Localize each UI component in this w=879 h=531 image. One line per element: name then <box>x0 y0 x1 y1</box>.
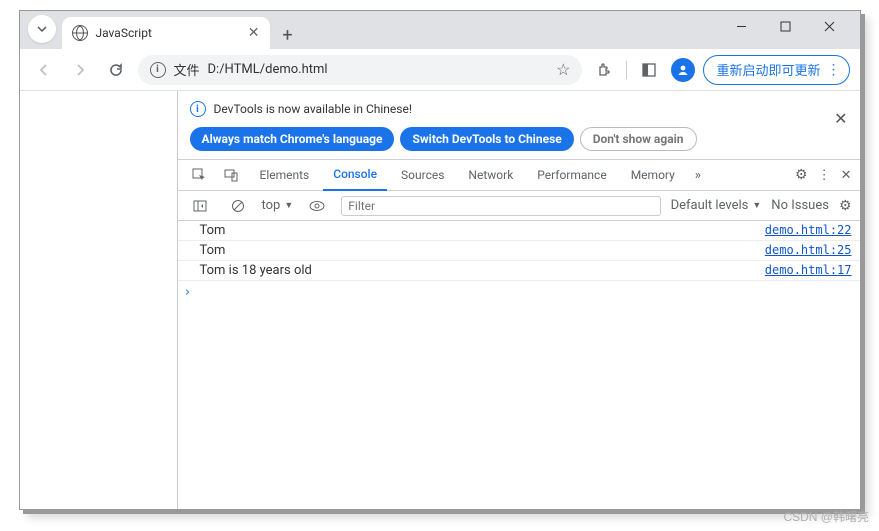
window-controls <box>720 11 852 41</box>
tab-search-button[interactable] <box>28 15 56 43</box>
log-text: Tom <box>200 243 765 258</box>
reload-button[interactable] <box>102 56 130 84</box>
log-source-link[interactable]: demo.html:17 <box>765 263 852 277</box>
filter-input[interactable] <box>341 196 660 216</box>
info-icon: i <box>190 101 206 117</box>
watermark: CSDN @韩曙亮 <box>783 508 869 525</box>
tab-performance[interactable]: Performance <box>527 159 616 191</box>
pill-always-match[interactable]: Always match Chrome's language <box>190 127 395 151</box>
tab-network[interactable]: Network <box>458 159 523 191</box>
log-source-link[interactable]: demo.html:25 <box>765 243 852 257</box>
file-label: 文件 <box>174 60 200 79</box>
content-area: i DevTools is now available in Chinese! … <box>20 91 860 509</box>
info-icon[interactable]: i <box>150 62 166 78</box>
url-text: D:/HTML/demo.html <box>208 62 549 77</box>
infobar-text: DevTools is now available in Chinese! <box>214 102 412 116</box>
tab-bar: JavaScript ✕ + <box>20 11 860 49</box>
minimize-button[interactable] <box>720 11 764 41</box>
log-source-link[interactable]: demo.html:22 <box>765 223 852 237</box>
log-text: Tom <box>200 223 765 238</box>
console-prompt[interactable]: › <box>178 281 860 304</box>
extensions-button[interactable] <box>590 56 618 84</box>
log-row: Tom demo.html:25 <box>178 241 860 261</box>
tab-memory[interactable]: Memory <box>621 159 685 191</box>
globe-icon <box>72 25 88 41</box>
caret-down-icon: ▼ <box>284 200 293 211</box>
log-row: Tom demo.html:22 <box>178 221 860 241</box>
back-button[interactable] <box>30 56 58 84</box>
tab-console[interactable]: Console <box>323 159 387 191</box>
devtools-panel: i DevTools is now available in Chinese! … <box>178 91 860 509</box>
close-devtools-icon[interactable]: ✕ <box>841 168 852 183</box>
gear-icon[interactable]: ⚙ <box>839 198 852 214</box>
omnibox[interactable]: i 文件 D:/HTML/demo.html ☆ <box>138 55 583 85</box>
kebab-icon[interactable]: ⋮ <box>818 168 831 183</box>
close-icon[interactable]: ✕ <box>834 109 847 128</box>
console-toolbar: top ▼ Default levels ▼ No Issues ⚙ <box>178 191 860 221</box>
devtools-infobar: i DevTools is now available in Chinese! … <box>178 91 860 159</box>
page-viewport <box>20 91 178 509</box>
devtools-tabs: Elements Console Sources Network Perform… <box>178 159 860 191</box>
levels-selector[interactable]: Default levels ▼ <box>671 198 762 213</box>
issues-label[interactable]: No Issues <box>771 198 829 213</box>
tab-title: JavaScript <box>96 26 240 40</box>
side-panel-button[interactable] <box>635 56 663 84</box>
bookmark-icon[interactable]: ☆ <box>556 60 570 79</box>
close-window-button[interactable] <box>808 11 852 41</box>
browser-tab[interactable]: JavaScript ✕ <box>62 17 270 49</box>
log-row: Tom is 18 years old demo.html:17 <box>178 261 860 281</box>
address-bar: i 文件 D:/HTML/demo.html ☆ 重新启动即可更新 ⋮ <box>20 49 860 91</box>
tab-elements[interactable]: Elements <box>250 159 320 191</box>
inspect-icon[interactable] <box>186 161 214 189</box>
update-label: 重新启动即可更新 <box>716 60 820 79</box>
divider <box>626 61 627 79</box>
update-button[interactable]: 重新启动即可更新 ⋮ <box>703 55 849 85</box>
chevron-down-icon <box>36 23 48 35</box>
sidebar-toggle-icon[interactable] <box>186 192 214 220</box>
clear-console-icon[interactable] <box>224 192 252 220</box>
new-tab-button[interactable]: + <box>274 21 302 49</box>
more-icon: ⋮ <box>827 62 841 78</box>
log-text: Tom is 18 years old <box>200 263 765 278</box>
forward-button[interactable] <box>66 56 94 84</box>
context-selector[interactable]: top ▼ <box>262 198 294 213</box>
profile-button[interactable] <box>671 58 695 82</box>
device-icon[interactable] <box>218 161 246 189</box>
live-expression-icon[interactable] <box>303 192 331 220</box>
gear-icon[interactable]: ⚙ <box>795 167 808 183</box>
close-icon[interactable]: ✕ <box>248 25 260 41</box>
tab-sources[interactable]: Sources <box>391 159 454 191</box>
pill-switch-chinese[interactable]: Switch DevTools to Chinese <box>400 127 573 151</box>
maximize-button[interactable] <box>764 11 808 41</box>
pill-dont-show[interactable]: Don't show again <box>580 127 697 151</box>
console-output: Tom demo.html:22 Tom demo.html:25 Tom is… <box>178 221 860 509</box>
browser-window: JavaScript ✕ + i 文件 D:/HTML/demo.html ☆ … <box>19 10 861 510</box>
more-tabs-icon[interactable]: » <box>689 168 707 183</box>
caret-down-icon: ▼ <box>752 200 761 211</box>
